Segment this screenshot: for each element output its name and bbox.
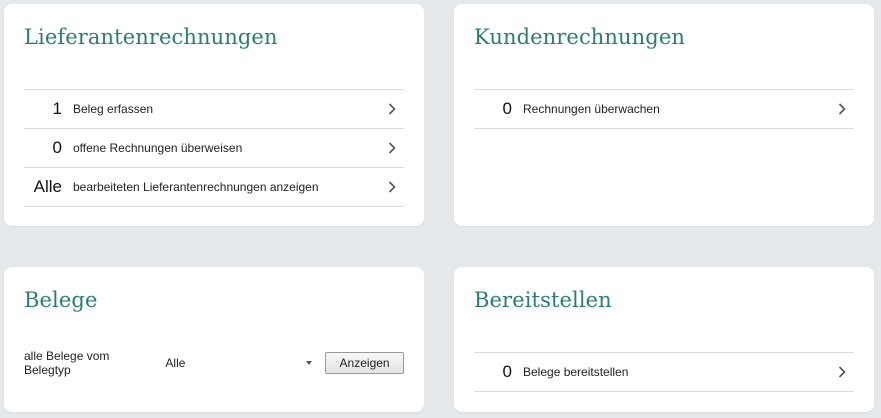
chevron-right-icon[interactable] bbox=[382, 138, 402, 158]
action-list: 0 Rechnungen überwachen bbox=[474, 89, 854, 129]
row-count: 0 bbox=[52, 138, 62, 157]
row-count: 0 bbox=[502, 99, 512, 118]
row-belege-bereitstellen[interactable]: 0 Belege bereitstellen bbox=[474, 353, 854, 392]
card-title: Belege bbox=[24, 288, 98, 312]
row-label: Beleg erfassen bbox=[73, 102, 154, 116]
caret-down-icon bbox=[306, 361, 313, 365]
row-label: Belege bereitstellen bbox=[523, 365, 629, 379]
row-count: Alle bbox=[33, 177, 62, 196]
row-offene-rechnungen[interactable]: 0 offene Rechnungen überweisen bbox=[24, 129, 404, 168]
card-title: Bereitstellen bbox=[474, 288, 612, 312]
select-value: Alle bbox=[165, 356, 186, 370]
row-rechnungen-ueberwachen[interactable]: 0 Rechnungen überwachen bbox=[474, 90, 854, 129]
belegtyp-select[interactable]: Alle bbox=[165, 353, 316, 373]
chevron-right-icon[interactable] bbox=[832, 99, 852, 119]
row-label: offene Rechnungen überweisen bbox=[73, 141, 243, 155]
row-count: 0 bbox=[502, 362, 512, 381]
row-label: bearbeiteten Lieferantenrechnungen anzei… bbox=[73, 180, 319, 194]
card-bereitstellen: Bereitstellen 0 Belege bereitstellen bbox=[454, 267, 874, 412]
row-label: Rechnungen überwachen bbox=[523, 102, 660, 116]
card-title: Lieferantenrechnungen bbox=[24, 25, 278, 49]
action-list: 1 Beleg erfassen 0 offene Rechnungen übe… bbox=[24, 89, 404, 207]
card-belege: Belege alle Belege vom Belegtyp Alle Anz… bbox=[4, 267, 424, 412]
card-lieferantenrechnungen: Lieferantenrechnungen 1 Beleg erfassen 0… bbox=[4, 4, 424, 226]
chevron-right-icon[interactable] bbox=[382, 99, 402, 119]
row-bearbeitete-rechnungen[interactable]: Alle bearbeiteten Lieferantenrechnungen … bbox=[24, 168, 404, 207]
chevron-right-icon[interactable] bbox=[832, 362, 852, 382]
chevron-right-icon[interactable] bbox=[382, 177, 402, 197]
card-kundenrechnungen: Kundenrechnungen 0 Rechnungen überwachen bbox=[454, 4, 874, 226]
row-count: 1 bbox=[52, 99, 62, 118]
action-list: 0 Belege bereitstellen bbox=[474, 352, 854, 392]
row-beleg-erfassen[interactable]: 1 Beleg erfassen bbox=[24, 90, 404, 129]
belegtyp-filter: alle Belege vom Belegtyp Alle Anzeigen bbox=[24, 349, 404, 377]
card-title: Kundenrechnungen bbox=[474, 25, 685, 49]
filter-label: alle Belege vom Belegtyp bbox=[24, 349, 110, 377]
anzeigen-button[interactable]: Anzeigen bbox=[325, 352, 404, 374]
